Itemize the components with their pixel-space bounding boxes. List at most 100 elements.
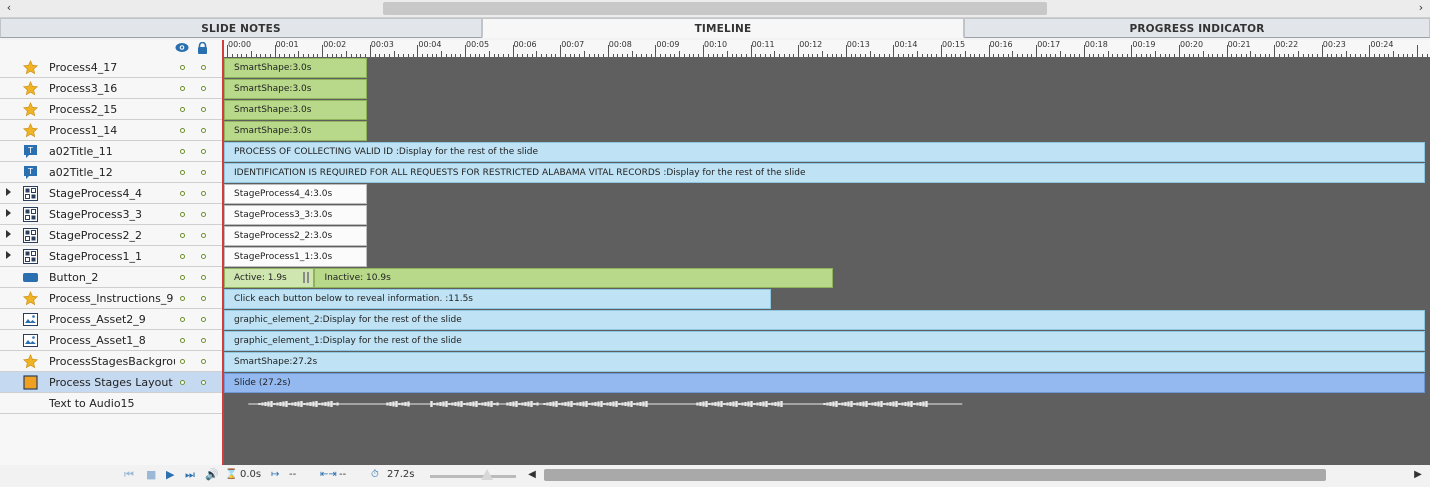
visibility-toggle[interactable] xyxy=(180,65,185,70)
lock-toggle[interactable] xyxy=(201,275,206,280)
visibility-toggle[interactable] xyxy=(180,338,185,343)
eye-icon[interactable] xyxy=(175,42,189,56)
layer-row[interactable]: ProcessStagesBackgroun xyxy=(0,351,222,372)
lock-toggle[interactable] xyxy=(201,338,206,343)
lock-toggle[interactable] xyxy=(201,359,206,364)
layer-row[interactable]: Text to Audio15 xyxy=(0,393,222,414)
pause-marker-icon[interactable] xyxy=(307,272,310,283)
expand-arrow-icon[interactable] xyxy=(6,188,11,196)
layer-row[interactable]: Process_Instructions_9 xyxy=(0,288,222,309)
star-icon xyxy=(22,354,39,369)
layer-row[interactable]: Process1_14 xyxy=(0,120,222,141)
lock-toggle[interactable] xyxy=(201,254,206,259)
lock-icon[interactable] xyxy=(197,41,208,57)
timeline-bar[interactable]: Slide (27.2s) xyxy=(224,373,1425,393)
timeline-bar[interactable]: Click each button below to reveal inform… xyxy=(224,289,772,309)
visibility-toggle[interactable] xyxy=(180,212,185,217)
visibility-toggle[interactable] xyxy=(180,359,185,364)
bottom-scrollbar[interactable]: ◀ ▶ xyxy=(526,468,1430,482)
audio-waveform[interactable] xyxy=(224,393,1430,414)
lock-toggle[interactable] xyxy=(201,191,206,196)
visibility-toggle[interactable] xyxy=(180,296,185,301)
tab-slide-notes[interactable]: SLIDE NOTES xyxy=(0,18,482,38)
zoom-slider-track[interactable] xyxy=(430,475,516,478)
lock-toggle[interactable] xyxy=(201,128,206,133)
pause-marker-icon[interactable] xyxy=(303,272,306,283)
layer-row[interactable]: Process2_15 xyxy=(0,99,222,120)
timeline-bar[interactable]: SmartShape:27.2s xyxy=(224,352,1425,372)
speaker-icon[interactable]: 🔊 xyxy=(205,468,219,481)
waveform-segment xyxy=(472,401,475,407)
lock-toggle[interactable] xyxy=(201,233,206,238)
timeline-bar[interactable]: graphic_element_1:Display for the rest o… xyxy=(224,331,1425,351)
scroll-left-arrow-icon[interactable]: ◀ xyxy=(526,468,538,482)
layer-row[interactable]: Process4_17 xyxy=(0,57,222,78)
visibility-toggle[interactable] xyxy=(180,149,185,154)
timeline-bar[interactable]: SmartShape:3.0s xyxy=(224,58,367,78)
button-inactive-bar[interactable]: Inactive: 10.9s xyxy=(314,268,834,288)
timeline-bar[interactable]: SmartShape:3.0s xyxy=(224,100,367,120)
lock-toggle[interactable] xyxy=(201,65,206,70)
zoom-slider-thumb[interactable] xyxy=(481,469,493,480)
scroll-right-arrow-icon[interactable]: › xyxy=(1414,1,1428,15)
expand-arrow-icon[interactable] xyxy=(6,230,11,238)
scroll-right-arrow-icon[interactable]: ▶ xyxy=(1412,468,1424,482)
stop-icon[interactable]: ■ xyxy=(146,468,156,481)
bottom-scrollbar-thumb[interactable] xyxy=(544,469,1326,481)
timeline-bar[interactable]: StageProcess2_2:3.0s xyxy=(224,226,367,246)
layer-row[interactable]: StageProcess2_2 xyxy=(0,225,222,246)
layer-row[interactable]: Ta02Title_12 xyxy=(0,162,222,183)
lock-toggle[interactable] xyxy=(201,212,206,217)
ruler-label: 00:09 xyxy=(656,40,680,49)
lock-toggle[interactable] xyxy=(201,86,206,91)
visibility-toggle[interactable] xyxy=(180,128,185,133)
rewind-icon[interactable]: ⏮ xyxy=(124,468,134,482)
top-scrollbar[interactable]: ‹ › xyxy=(0,0,1430,18)
next-frame-icon[interactable]: ⏭ xyxy=(185,468,195,482)
tab-progress-indicator[interactable]: PROGRESS INDICATOR xyxy=(964,18,1430,38)
layer-row[interactable]: Process Stages Layout xyxy=(0,372,222,393)
layer-row[interactable]: Button_2 xyxy=(0,267,222,288)
lock-toggle[interactable] xyxy=(201,317,206,322)
lock-toggle[interactable] xyxy=(201,296,206,301)
play-icon[interactable]: ▶ xyxy=(166,468,174,481)
timeline-bar[interactable]: StageProcess4_4:3.0s xyxy=(224,184,367,204)
visibility-toggle[interactable] xyxy=(180,107,185,112)
visibility-toggle[interactable] xyxy=(180,191,185,196)
visibility-toggle[interactable] xyxy=(180,233,185,238)
time-ruler[interactable]: 00:00 00:01 00:02 00:03 00:04 00:05 00:06 00:07… xyxy=(224,40,1430,58)
expand-arrow-icon[interactable] xyxy=(6,209,11,217)
lock-toggle[interactable] xyxy=(201,107,206,112)
layer-row[interactable]: Ta02Title_11 xyxy=(0,141,222,162)
top-scrollbar-thumb[interactable] xyxy=(383,2,1047,15)
visibility-toggle[interactable] xyxy=(180,317,185,322)
visibility-toggle[interactable] xyxy=(180,170,185,175)
timeline-bar[interactable]: SmartShape:3.0s xyxy=(224,79,367,99)
lock-toggle[interactable] xyxy=(201,149,206,154)
visibility-toggle[interactable] xyxy=(180,254,185,259)
timeline-bar[interactable]: StageProcess1_1:3.0s xyxy=(224,247,367,267)
timeline-bar[interactable]: PROCESS OF COLLECTING VALID ID :Display … xyxy=(224,142,1425,162)
timeline-bar[interactable]: SmartShape:3.0s xyxy=(224,121,367,141)
layer-row[interactable]: Process_Asset2_9 xyxy=(0,309,222,330)
timeline-bar[interactable]: IDENTIFICATION IS REQUIRED FOR ALL REQUE… xyxy=(224,163,1425,183)
playhead-line[interactable] xyxy=(222,40,224,487)
tab-timeline[interactable]: TIMELINE xyxy=(482,18,964,38)
scroll-left-arrow-icon[interactable]: ‹ xyxy=(2,1,16,15)
button-active-bar[interactable]: Active: 1.9s xyxy=(224,268,315,288)
ruler-label: 00:13 xyxy=(846,40,870,49)
layer-row[interactable]: Process_Asset1_8 xyxy=(0,330,222,351)
visibility-toggle[interactable] xyxy=(180,380,185,385)
layer-row[interactable]: StageProcess4_4 xyxy=(0,183,222,204)
layer-row[interactable]: StageProcess1_1 xyxy=(0,246,222,267)
visibility-toggle[interactable] xyxy=(180,275,185,280)
lock-toggle[interactable] xyxy=(201,380,206,385)
waveform-segment xyxy=(484,402,487,406)
layer-row[interactable]: StageProcess3_3 xyxy=(0,204,222,225)
expand-arrow-icon[interactable] xyxy=(6,251,11,259)
timeline-bar[interactable]: graphic_element_2:Display for the rest o… xyxy=(224,310,1425,330)
layer-row[interactable]: Process3_16 xyxy=(0,78,222,99)
timeline-bar[interactable]: StageProcess3_3:3.0s xyxy=(224,205,367,225)
visibility-toggle[interactable] xyxy=(180,86,185,91)
lock-toggle[interactable] xyxy=(201,170,206,175)
